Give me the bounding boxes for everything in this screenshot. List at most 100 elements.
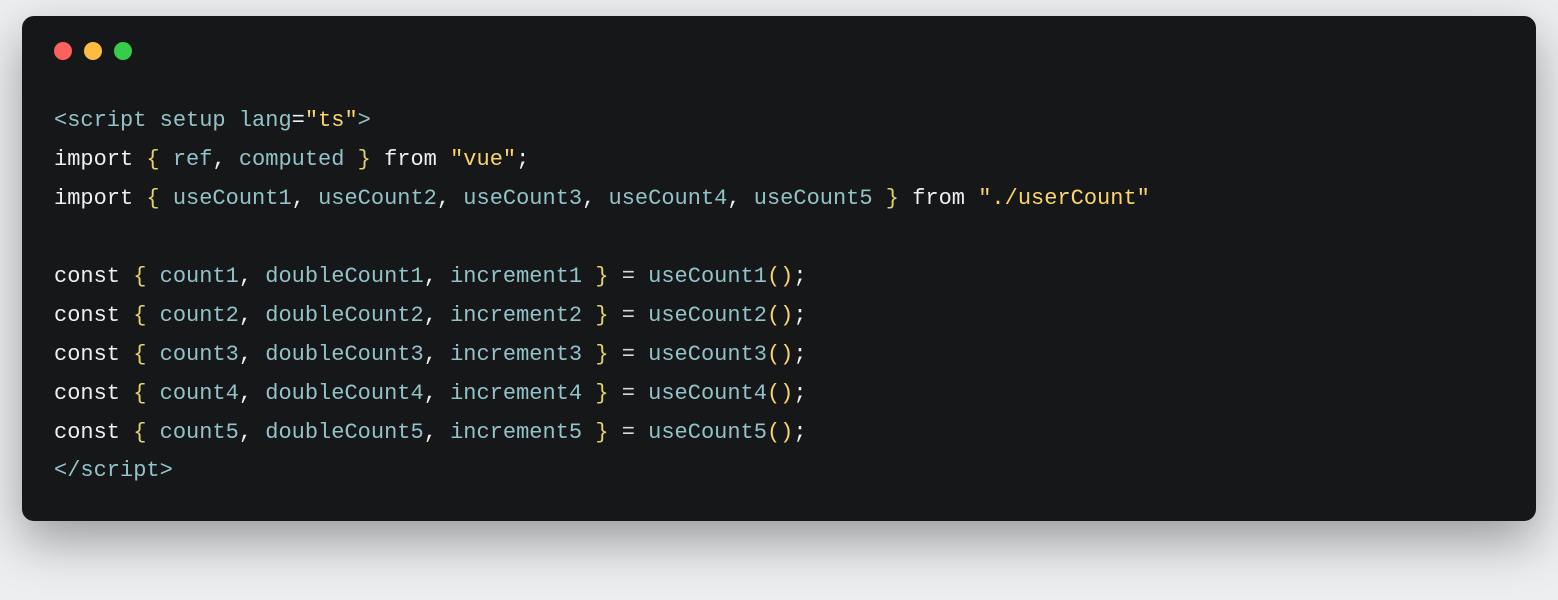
space bbox=[146, 381, 159, 406]
fn-call: useCount2 bbox=[648, 303, 767, 328]
space bbox=[437, 264, 450, 289]
ident: count3 bbox=[160, 342, 239, 367]
space bbox=[252, 420, 265, 445]
kw-const: const bbox=[54, 342, 120, 367]
ident: useCount4 bbox=[609, 186, 728, 211]
ident: count4 bbox=[160, 381, 239, 406]
brace-open: { bbox=[146, 147, 159, 172]
ident: useCount3 bbox=[463, 186, 582, 211]
space bbox=[582, 342, 595, 367]
ident: doubleCount4 bbox=[265, 381, 423, 406]
space bbox=[609, 342, 622, 367]
space bbox=[635, 420, 648, 445]
space bbox=[133, 186, 146, 211]
brace-open: { bbox=[146, 186, 159, 211]
semicolon: ; bbox=[793, 381, 806, 406]
space bbox=[899, 186, 912, 211]
space bbox=[635, 381, 648, 406]
ident: increment4 bbox=[450, 381, 582, 406]
tag-open-bracket: </ bbox=[54, 458, 80, 483]
space bbox=[252, 264, 265, 289]
space bbox=[741, 186, 754, 211]
space bbox=[635, 264, 648, 289]
fn-call: useCount1 bbox=[648, 264, 767, 289]
minimize-icon[interactable] bbox=[84, 42, 102, 60]
space bbox=[437, 381, 450, 406]
tag-close-bracket: > bbox=[160, 458, 173, 483]
comma: , bbox=[437, 186, 450, 211]
space bbox=[252, 303, 265, 328]
space bbox=[595, 186, 608, 211]
space bbox=[120, 303, 133, 328]
kw-import: import bbox=[54, 147, 133, 172]
comma: , bbox=[582, 186, 595, 211]
space bbox=[120, 264, 133, 289]
brace-open: { bbox=[133, 264, 146, 289]
space bbox=[305, 186, 318, 211]
kw-from: from bbox=[384, 147, 437, 172]
module-name: ./userCount bbox=[991, 186, 1136, 211]
space bbox=[965, 186, 978, 211]
close-icon[interactable] bbox=[54, 42, 72, 60]
kw-const: const bbox=[54, 381, 120, 406]
brace-close: } bbox=[595, 264, 608, 289]
brace-close: } bbox=[595, 420, 608, 445]
semicolon: ; bbox=[793, 264, 806, 289]
space bbox=[873, 186, 886, 211]
space bbox=[635, 342, 648, 367]
comma: , bbox=[292, 186, 305, 211]
equals: = bbox=[622, 342, 635, 367]
semicolon: ; bbox=[793, 342, 806, 367]
ident: count1 bbox=[160, 264, 239, 289]
ident-computed: computed bbox=[239, 147, 345, 172]
tag-name: script bbox=[67, 108, 146, 133]
parens: () bbox=[767, 381, 793, 406]
ident: count2 bbox=[160, 303, 239, 328]
space bbox=[146, 303, 159, 328]
brace-open: { bbox=[133, 342, 146, 367]
space bbox=[146, 342, 159, 367]
ident-ref: ref bbox=[173, 147, 213, 172]
space bbox=[437, 342, 450, 367]
comma: , bbox=[239, 303, 252, 328]
zoom-icon[interactable] bbox=[114, 42, 132, 60]
comma: , bbox=[239, 420, 252, 445]
equals: = bbox=[622, 264, 635, 289]
quote: " bbox=[503, 147, 516, 172]
space bbox=[120, 342, 133, 367]
space bbox=[133, 147, 146, 172]
kw-const: const bbox=[54, 420, 120, 445]
space bbox=[252, 342, 265, 367]
code-window: <script setup lang="ts"> import { ref, c… bbox=[22, 16, 1536, 521]
parens: () bbox=[767, 420, 793, 445]
comma: , bbox=[212, 147, 225, 172]
space bbox=[344, 147, 357, 172]
fn-call: useCount5 bbox=[648, 420, 767, 445]
brace-close: } bbox=[595, 342, 608, 367]
quote: " bbox=[450, 147, 463, 172]
semicolon: ; bbox=[516, 147, 529, 172]
space bbox=[146, 420, 159, 445]
equals: = bbox=[622, 303, 635, 328]
brace-close: } bbox=[595, 381, 608, 406]
comma: , bbox=[239, 264, 252, 289]
equals: = bbox=[622, 420, 635, 445]
ident: increment2 bbox=[450, 303, 582, 328]
quote: " bbox=[344, 108, 357, 133]
space bbox=[160, 186, 173, 211]
ident: increment5 bbox=[450, 420, 582, 445]
brace-close: } bbox=[595, 303, 608, 328]
space bbox=[609, 264, 622, 289]
tag-name: script bbox=[80, 458, 159, 483]
ident: doubleCount1 bbox=[265, 264, 423, 289]
space bbox=[437, 147, 450, 172]
space bbox=[609, 381, 622, 406]
space bbox=[582, 381, 595, 406]
brace-close: } bbox=[358, 147, 371, 172]
space bbox=[609, 303, 622, 328]
ident: useCount2 bbox=[318, 186, 437, 211]
comma: , bbox=[424, 342, 437, 367]
space bbox=[450, 186, 463, 211]
space bbox=[371, 147, 384, 172]
space bbox=[582, 420, 595, 445]
